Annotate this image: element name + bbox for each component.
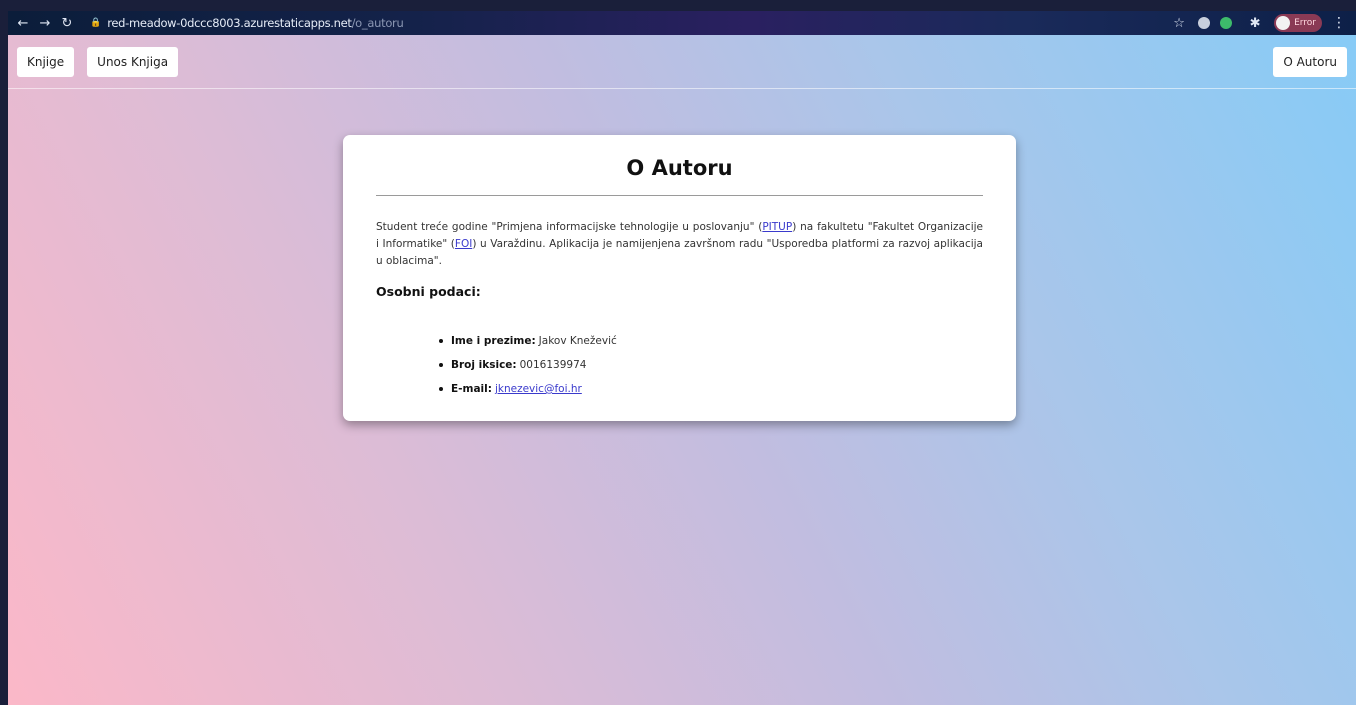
browser-toolbar: ← → ↻ 🔒 red-meadow-0dccc8003.azurestatic… (8, 11, 1356, 35)
profile-status: Error (1294, 18, 1316, 28)
nav-books-link[interactable]: Knjige (17, 46, 75, 77)
name-value: Jakov Knežević (538, 335, 617, 347)
browser-actions: ☆ ✱ Error ⋮ (1164, 14, 1356, 32)
bullet-icon (439, 387, 443, 391)
title-divider (376, 195, 983, 196)
address-bar[interactable]: red-meadow-0dccc8003.azurestaticapps.net… (107, 16, 404, 30)
student-id-value: 0016139974 (519, 359, 587, 371)
lock-icon[interactable]: 🔒 (90, 18, 101, 28)
intro-paragraph: Student treće godine "Primjena informaci… (376, 219, 983, 270)
bullet-icon (439, 363, 443, 367)
top-navigation: Knjige Unos Knjiga O Autoru (8, 35, 1356, 89)
page-title: O Autoru (626, 156, 733, 180)
bullet-icon (439, 339, 443, 343)
name-label: Ime i prezime: (451, 335, 536, 347)
avatar (1276, 16, 1291, 30)
back-arrow-icon[interactable]: ← (14, 14, 32, 32)
url-host: red-meadow-0dccc8003.azurestaticapps.net (107, 16, 352, 30)
pitup-link[interactable]: PITUP (762, 221, 792, 233)
personal-details-list: Ime i prezime: Jakov Knežević Broj iksice… (376, 329, 983, 401)
list-item: Broj iksice: 0016139974 (439, 353, 983, 377)
email-link[interactable]: jknezevic@foi.hr (495, 383, 582, 395)
extension-icon[interactable] (1220, 17, 1233, 29)
nav-add-book-link[interactable]: Unos Knjiga (87, 46, 179, 77)
list-item: E-mail: jknezevic@foi.hr (439, 377, 983, 401)
personal-data-heading: Osobni podaci: (376, 284, 481, 299)
reload-icon[interactable]: ↻ (58, 14, 76, 32)
page: Knjige Unos Knjiga O Autoru O Autoru Stu… (8, 35, 1356, 705)
student-id-label: Broj iksice: (451, 359, 517, 371)
nav-about-link[interactable]: O Autoru (1273, 46, 1347, 77)
bookmark-star-icon[interactable]: ☆ (1170, 14, 1188, 32)
url-path: /o_autoru (351, 16, 404, 30)
about-card: O Autoru Student treće godine "Primjena … (343, 135, 1016, 421)
more-menu-icon[interactable]: ⋮ (1332, 15, 1346, 31)
forward-arrow-icon[interactable]: → (36, 14, 54, 32)
puzzle-extensions-icon[interactable]: ✱ (1246, 14, 1264, 32)
extension-icon[interactable] (1198, 17, 1211, 29)
foi-link[interactable]: FOI (455, 238, 472, 250)
intro-text-1: Student treće godine "Primjena informaci… (376, 221, 763, 233)
list-item: Ime i prezime: Jakov Knežević (439, 329, 983, 353)
profile-button[interactable]: Error (1274, 14, 1322, 32)
email-label: E-mail: (451, 383, 492, 395)
